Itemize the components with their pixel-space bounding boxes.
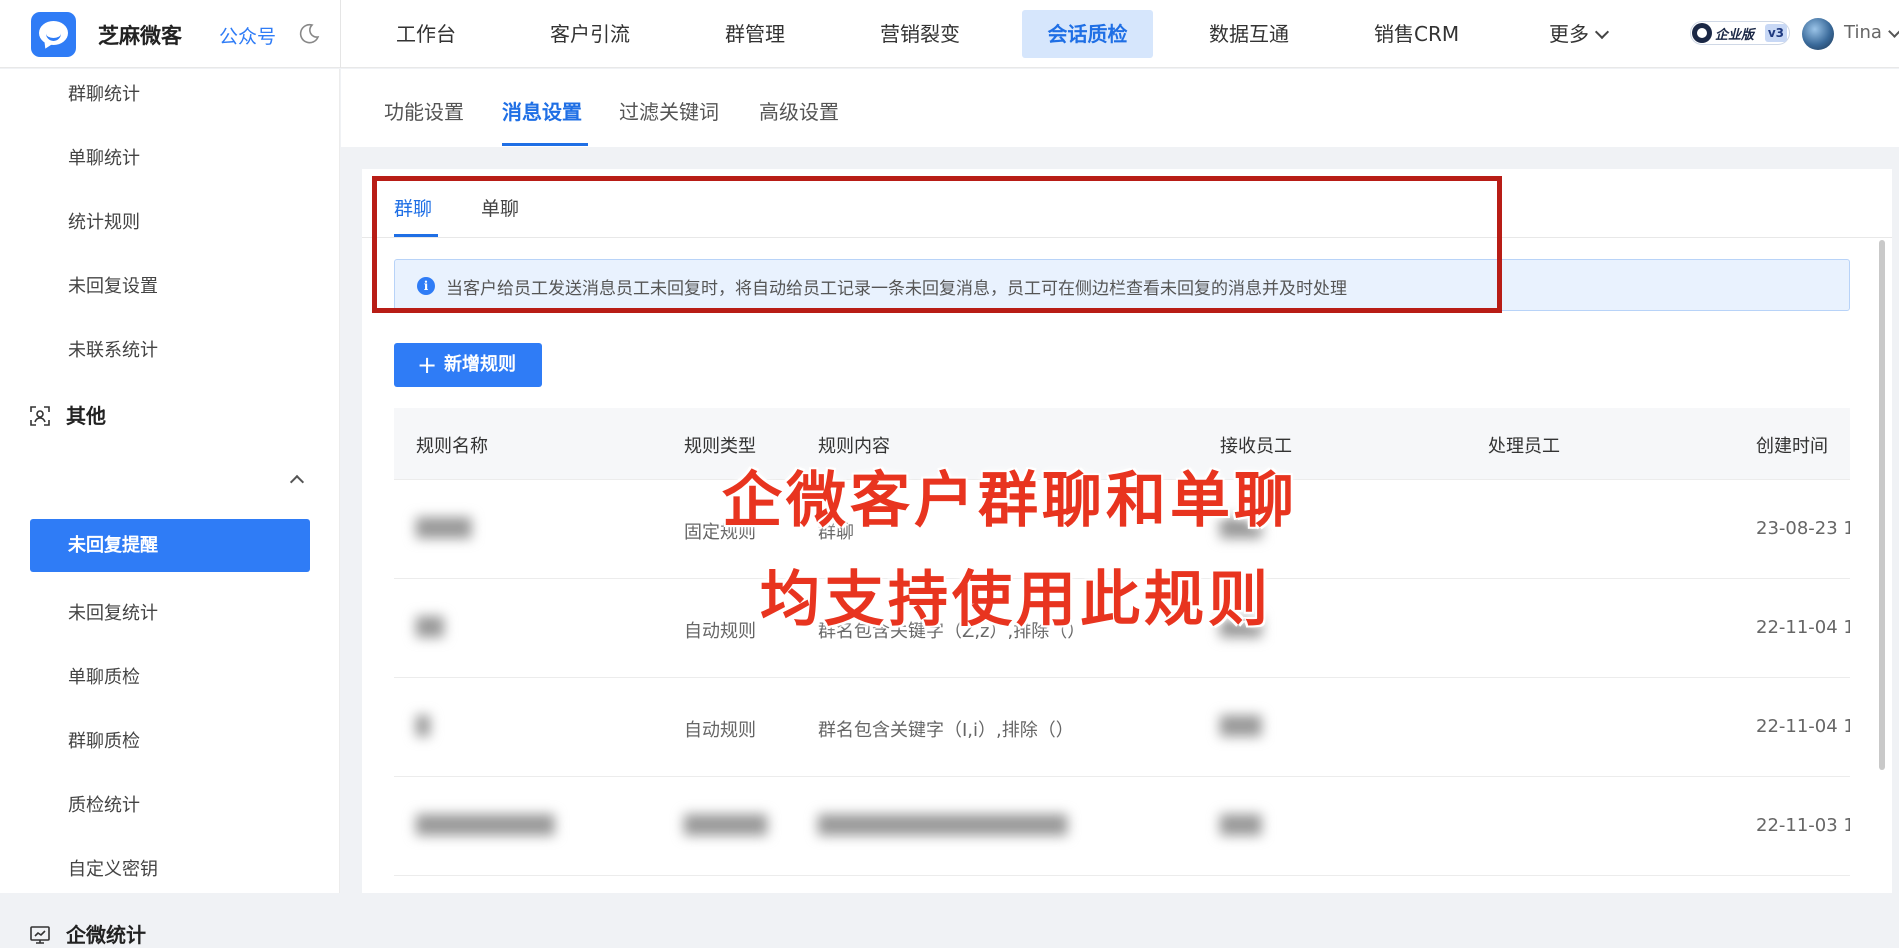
cell-created-time: 22-11-03 1 <box>1756 815 1855 836</box>
user-name[interactable]: Tina <box>1844 22 1882 43</box>
dark-mode-moon-icon[interactable] <box>298 23 320 45</box>
nav-sales-crm[interactable]: 销售CRM <box>1351 10 1482 58</box>
overlay-caption-line2: 均支持使用此规则 <box>760 565 1272 635</box>
cell-rule-type: ██████ <box>684 815 768 836</box>
cell-created-time: 22-11-04 1: <box>1756 617 1861 638</box>
cell-rule-type: 自动规则 <box>684 720 756 741</box>
table-row[interactable]: ██████████ ██████ ██████████████████ ███… <box>394 777 1855 876</box>
cell-receiver: ███ <box>1220 716 1262 737</box>
sidebar-item-stat-rules[interactable]: 统计规则 <box>68 208 140 234</box>
user-menu-chevron-icon[interactable] <box>1888 25 1899 38</box>
tab-function-settings[interactable]: 功能设置 <box>384 96 464 125</box>
chevron-up-icon[interactable] <box>289 474 305 490</box>
sidebar-item-no-reply-reminder[interactable]: 未回复提醒 <box>30 519 310 572</box>
sidebar-group-other-label: 其他 <box>66 404 106 428</box>
nav-group-management[interactable]: 群管理 <box>702 10 808 58</box>
stats-chart-icon <box>30 926 50 944</box>
cell-rule-name: ████ <box>416 518 472 539</box>
sidebar-item-group-chat-stats[interactable]: 群聊统计 <box>68 80 140 106</box>
add-rule-label: 新增规则 <box>444 354 516 375</box>
user-avatar[interactable] <box>1802 18 1834 50</box>
edition-version: v3 <box>1764 24 1787 42</box>
scrollbar[interactable] <box>1879 240 1885 770</box>
nav-divider <box>340 0 341 68</box>
cell-rule-content: ██████████████████ <box>818 815 1068 836</box>
brand-name[interactable]: 芝麻微客 <box>98 20 182 50</box>
tab-filter-keywords[interactable]: 过滤关键词 <box>619 96 719 125</box>
nav-more[interactable]: 更多 <box>1526 10 1630 58</box>
edition-label: 企业版 <box>1715 28 1755 43</box>
sidebar-item-no-reply-settings[interactable]: 未回复设置 <box>68 272 158 298</box>
tab-message-settings[interactable]: 消息设置 <box>502 96 582 125</box>
plus-icon: + <box>417 351 438 379</box>
cell-created-time: 23-08-23 1( <box>1756 518 1862 539</box>
top-navbar: 芝麻微客 公众号 工作台 客户引流 群管理 营销裂变 会话质检 数据互通 销售C… <box>0 0 1899 68</box>
nav-workbench[interactable]: 工作台 <box>373 10 479 58</box>
cell-rule-type: 自动规则 <box>684 621 756 642</box>
tab-advanced-settings[interactable]: 高级设置 <box>759 96 839 125</box>
table-right-edge <box>1850 480 1892 893</box>
sidebar-item-custom-key[interactable]: 自定义密钥 <box>68 855 158 881</box>
table-row[interactable]: █ 自动规则 群名包含关键字（I,i）,排除（） ███ 22-11-04 1: <box>394 678 1861 777</box>
sidebar-item-qc-stats[interactable]: 质检统计 <box>68 791 140 817</box>
sidebar-group-wecom-stats[interactable]: 企微统计 <box>30 919 146 948</box>
nav-marketing-fission[interactable]: 营销裂变 <box>857 10 983 58</box>
sidebar-item-private-chat-qc[interactable]: 单聊质检 <box>68 663 140 689</box>
nav-session-qc[interactable]: 会话质检 <box>1022 10 1153 58</box>
cell-rule-content: 群名包含关键字（I,i）,排除（） <box>818 720 1074 741</box>
nav-data-sync[interactable]: 数据互通 <box>1186 10 1312 58</box>
col-created-time: 创建时间 <box>1756 436 1828 457</box>
active-tab-indicator <box>502 143 588 146</box>
sidebar-group-wecom-stats-label: 企微统计 <box>66 923 146 947</box>
overlay-caption-line1: 企微客户群聊和单聊 <box>722 466 1298 536</box>
cell-rule-name: █ <box>416 716 430 737</box>
sidebar: 群聊统计 单聊统计 统计规则 未回复设置 未联系统计 其他 未回复提醒 未回复统… <box>0 69 340 947</box>
nav-customer-acquisition[interactable]: 客户引流 <box>527 10 653 58</box>
sidebar-item-private-chat-stats[interactable]: 单聊统计 <box>68 144 140 170</box>
sidebar-item-group-chat-qc[interactable]: 群聊质检 <box>68 727 140 753</box>
sidebar-item-no-reply-stats[interactable]: 未回复统计 <box>68 599 158 625</box>
enterprise-edition-badge[interactable]: 企业版 v3 <box>1690 21 1790 45</box>
cell-created-time: 22-11-04 1: <box>1756 716 1861 737</box>
cell-rule-name: ██████████ <box>416 815 555 836</box>
add-rule-button[interactable]: + 新增规则 <box>394 343 542 387</box>
user-scan-icon <box>30 406 50 426</box>
highlight-frame <box>372 176 1502 313</box>
cell-receiver: ███ <box>1220 815 1262 836</box>
app-logo-icon[interactable] <box>31 12 76 57</box>
sidebar-group-other[interactable]: 其他 <box>30 400 106 429</box>
chevron-down-icon <box>1594 24 1610 40</box>
cell-rule-name: ██ <box>416 617 444 638</box>
official-account-link[interactable]: 公众号 <box>219 22 276 49</box>
edition-logo-icon <box>1692 23 1712 43</box>
sidebar-item-no-contact-stats[interactable]: 未联系统计 <box>68 336 158 362</box>
col-handler: 处理员工 <box>1488 436 1560 457</box>
nav-more-label: 更多 <box>1549 22 1589 46</box>
col-rule-name: 规则名称 <box>416 436 488 457</box>
